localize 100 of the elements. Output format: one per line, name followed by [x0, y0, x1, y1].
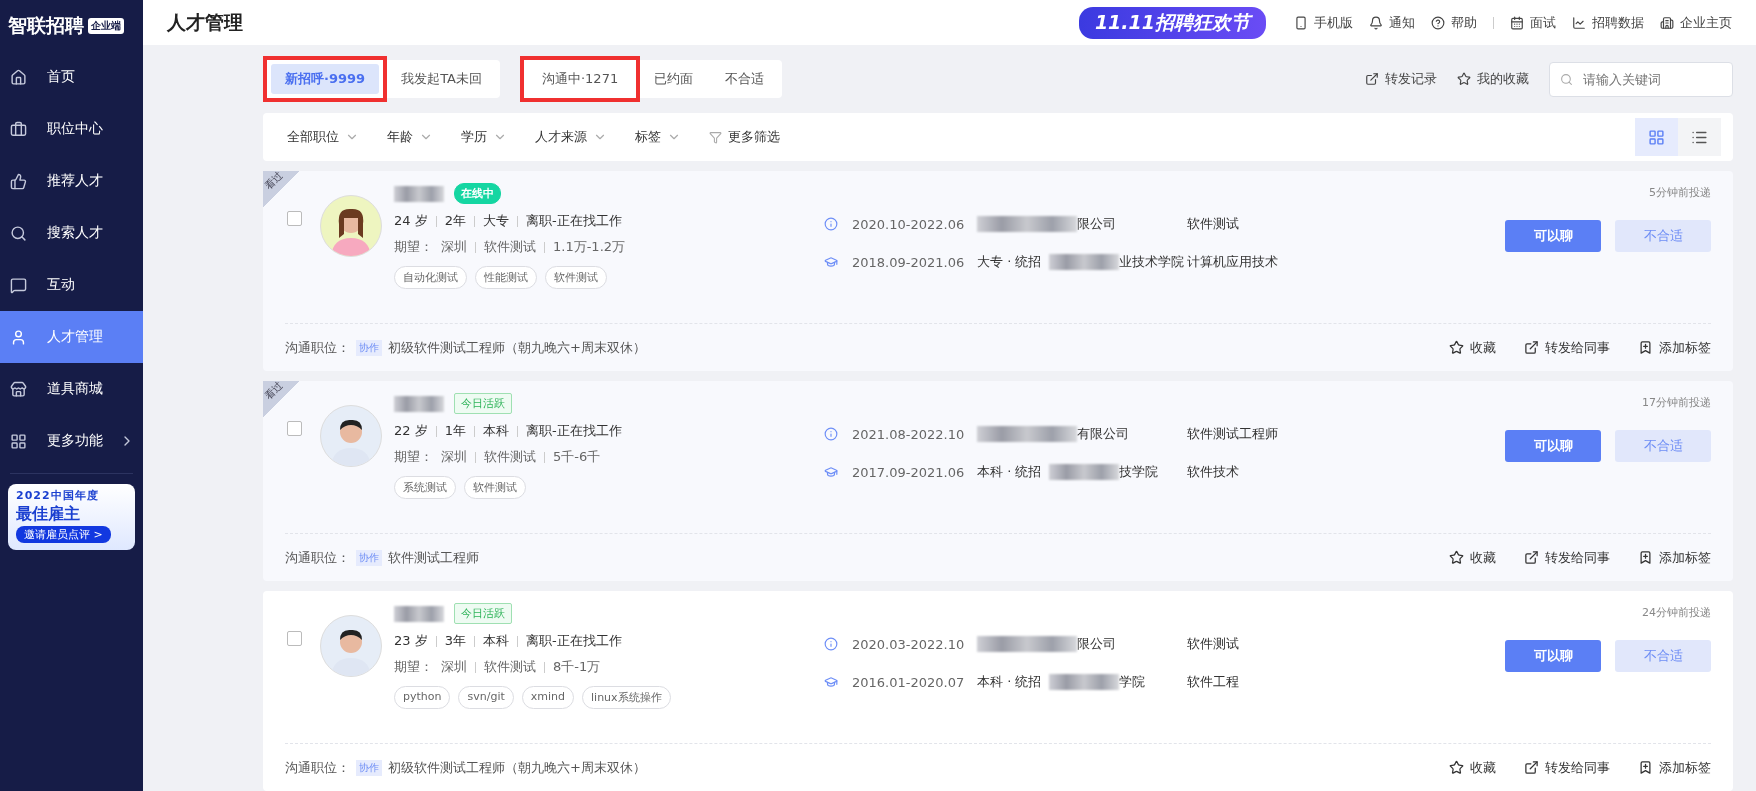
- grid-icon: [1648, 128, 1665, 146]
- company-name: 限公司: [1077, 215, 1116, 233]
- skill-tag: python: [394, 686, 451, 709]
- header-link[interactable]: 手机版: [1294, 13, 1353, 32]
- card-action[interactable]: 转发给同事: [1524, 548, 1610, 567]
- help-icon: [1431, 15, 1445, 30]
- sidebar-item[interactable]: 人才管理: [0, 311, 143, 363]
- company-name: 限公司: [1077, 635, 1116, 653]
- applied-time: 24分钟前投递: [1642, 605, 1711, 620]
- profile-detail: 本科: [482, 422, 509, 440]
- education-dates: 2016.01-2020.07: [852, 674, 966, 690]
- checkbox[interactable]: [287, 421, 302, 436]
- viewed-corner-badge: 看过: [263, 381, 299, 417]
- chat-button[interactable]: 可以聊: [1505, 430, 1601, 462]
- grid-view-button[interactable]: [1635, 118, 1678, 156]
- collab-badge: 协作: [356, 549, 382, 566]
- chat-button[interactable]: 可以聊: [1505, 640, 1601, 672]
- promo-banner[interactable]: 2022中国年度 最佳雇主 邀请雇员点评 >: [8, 484, 135, 550]
- position-name: 软件测试工程师: [388, 548, 479, 567]
- sidebar-item[interactable]: 道具商城: [0, 363, 143, 415]
- checkbox[interactable]: [287, 211, 302, 226]
- search-input[interactable]: 请输入关键词: [1581, 70, 1722, 88]
- card-action[interactable]: 转发给同事: [1524, 338, 1610, 357]
- expectation-label: 期望：: [394, 238, 433, 256]
- share-icon: [1524, 550, 1539, 565]
- expectation-detail: 深圳: [441, 658, 467, 676]
- forward-log-link[interactable]: 转发记录: [1365, 70, 1437, 88]
- search-icon: [10, 224, 27, 242]
- filter-dropdown[interactable]: 全部职位: [287, 128, 359, 146]
- tab[interactable]: 我发起TA未回: [387, 64, 496, 94]
- status-badge: 今日活跃: [454, 603, 512, 624]
- skill-tag: 软件测试: [464, 476, 526, 499]
- chat-icon: [10, 276, 27, 294]
- sidebar-item[interactable]: 更多功能: [0, 415, 143, 467]
- card-action[interactable]: 收藏: [1449, 338, 1496, 357]
- header-link[interactable]: 招聘数据: [1572, 13, 1644, 32]
- star-icon: [1449, 550, 1464, 565]
- profile-detail: 24 岁: [394, 212, 428, 230]
- position-label: 沟通职位：: [285, 338, 350, 357]
- promo-banner[interactable]: 11.11招聘狂欢节: [1078, 6, 1266, 39]
- skill-tag: 软件测试: [545, 266, 607, 289]
- major: 计算机应用技术: [1187, 253, 1278, 271]
- header-link[interactable]: 帮助: [1431, 13, 1477, 32]
- blurred-name: [394, 185, 444, 202]
- card-action[interactable]: 添加标签: [1638, 548, 1711, 567]
- sidebar-item[interactable]: 互动: [0, 259, 143, 311]
- checkbox[interactable]: [287, 631, 302, 646]
- sidebar-item[interactable]: 首页: [0, 51, 143, 103]
- list-view-button[interactable]: [1678, 118, 1721, 156]
- star-icon: [1449, 340, 1464, 355]
- filter-dropdown[interactable]: 人才来源: [535, 128, 607, 146]
- work-dates: 2020.03-2022.10: [852, 636, 966, 652]
- building-icon: [1660, 15, 1674, 30]
- store-icon: [10, 380, 27, 398]
- blurred-school: [1049, 674, 1120, 690]
- expectation-detail: 软件测试: [484, 658, 536, 676]
- expectation-detail: 软件测试: [484, 238, 536, 256]
- status-badge: 今日活跃: [454, 393, 512, 414]
- card-action[interactable]: 添加标签: [1638, 338, 1711, 357]
- promo-title: 最佳雇主: [16, 504, 80, 525]
- favorites-link[interactable]: 我的收藏: [1457, 70, 1529, 88]
- skill-tag: svn/git: [458, 686, 514, 709]
- calendar-icon: [1510, 15, 1524, 30]
- education-dates: 2017.09-2021.06: [852, 464, 966, 480]
- header-link[interactable]: 通知: [1369, 13, 1415, 32]
- promo-year: 2022中国年度: [16, 488, 99, 503]
- filter-dropdown[interactable]: 标签: [635, 128, 681, 146]
- graduation-cap-icon: [824, 255, 838, 269]
- card-action[interactable]: 收藏: [1449, 548, 1496, 567]
- bookmark-plus-icon: [1638, 340, 1653, 355]
- more-filters-button[interactable]: 更多筛选: [709, 128, 780, 146]
- profile-detail: 23 岁: [394, 632, 428, 650]
- profile-detail: 本科: [482, 632, 509, 650]
- tab[interactable]: 不合适: [711, 64, 779, 94]
- search-field[interactable]: 请输入关键词: [1549, 61, 1733, 97]
- skill-tag: linux系统操作: [582, 686, 671, 709]
- collab-badge: 协作: [356, 339, 382, 356]
- graduation-cap-icon: [824, 465, 838, 479]
- card-action[interactable]: 添加标签: [1638, 758, 1711, 777]
- job-title: 软件测试: [1187, 635, 1239, 653]
- tab[interactable]: 沟通中·1271: [527, 64, 633, 94]
- tab[interactable]: 已约面: [640, 64, 708, 94]
- filter-dropdown[interactable]: 学历: [461, 128, 507, 146]
- card-action[interactable]: 转发给同事: [1524, 758, 1610, 777]
- school-name: 学院: [1119, 673, 1146, 691]
- profile-detail: 大专: [482, 212, 509, 230]
- collab-badge: 协作: [356, 759, 382, 776]
- header-link[interactable]: 企业主页: [1660, 13, 1732, 32]
- sidebar-item[interactable]: 职位中心: [0, 103, 143, 155]
- job-title: 软件测试工程师: [1187, 425, 1278, 443]
- sidebar-item[interactable]: 推荐人才: [0, 155, 143, 207]
- skill-tag: 性能测试: [475, 266, 537, 289]
- filter-dropdown[interactable]: 年龄: [387, 128, 433, 146]
- sidebar-item[interactable]: 搜索人才: [0, 207, 143, 259]
- expectation-label: 期望：: [394, 658, 433, 676]
- expectation-label: 期望：: [394, 448, 433, 466]
- chat-button[interactable]: 可以聊: [1505, 220, 1601, 252]
- header-link[interactable]: 面试: [1510, 13, 1556, 32]
- card-action[interactable]: 收藏: [1449, 758, 1496, 777]
- promo-button[interactable]: 邀请雇员点评 >: [16, 526, 111, 543]
